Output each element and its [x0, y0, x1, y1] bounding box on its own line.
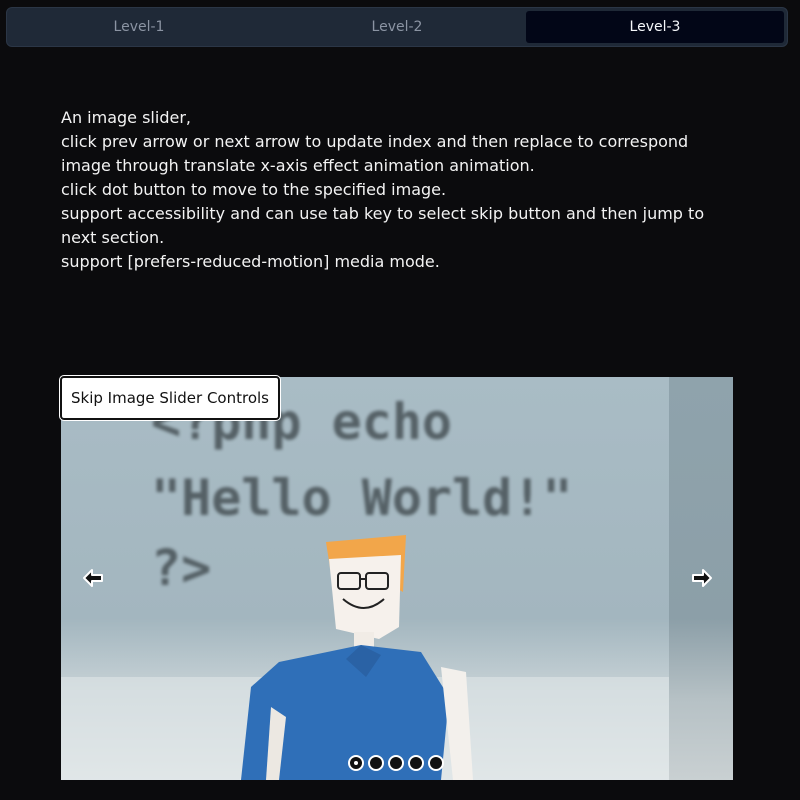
description-line: support accessibility and can use tab ke…	[61, 204, 705, 247]
slide-dot-3[interactable]	[388, 755, 404, 771]
description-line: support [prefers-reduced-motion] media m…	[61, 252, 440, 271]
slide-dot-5[interactable]	[428, 755, 444, 771]
next-arrow-button[interactable]	[687, 563, 717, 593]
slide-image: <?php echo "Hello World!" ?>	[61, 377, 669, 780]
description-line: click prev arrow or next arrow to update…	[61, 132, 689, 175]
arrow-right-icon	[692, 569, 712, 587]
image-slider: <?php echo "Hello World!" ?>	[61, 377, 733, 780]
slide-dot-2[interactable]	[368, 755, 384, 771]
level-tabs: Level-1 Level-2 Level-3	[6, 7, 788, 47]
slide-dots	[348, 755, 444, 771]
description-line: click dot button to move to the specifie…	[61, 180, 447, 199]
slide-dot-4[interactable]	[408, 755, 424, 771]
skip-slider-controls-button[interactable]: Skip Image Slider Controls	[59, 375, 281, 421]
description-line: An image slider,	[61, 108, 191, 127]
image-code-line-3: ?>	[151, 539, 211, 597]
tab-level-1[interactable]: Level-1	[10, 11, 268, 43]
tab-level-2[interactable]: Level-2	[268, 11, 526, 43]
prev-arrow-button[interactable]	[78, 563, 108, 593]
slide-photo: <?php echo "Hello World!" ?>	[61, 393, 669, 780]
tab-level-3[interactable]: Level-3	[526, 11, 784, 43]
arrow-left-icon	[83, 569, 103, 587]
slider-description: An image slider, click prev arrow or nex…	[61, 106, 721, 274]
slide-dot-1[interactable]	[348, 755, 364, 771]
image-code-line-2: "Hello World!"	[151, 469, 572, 527]
